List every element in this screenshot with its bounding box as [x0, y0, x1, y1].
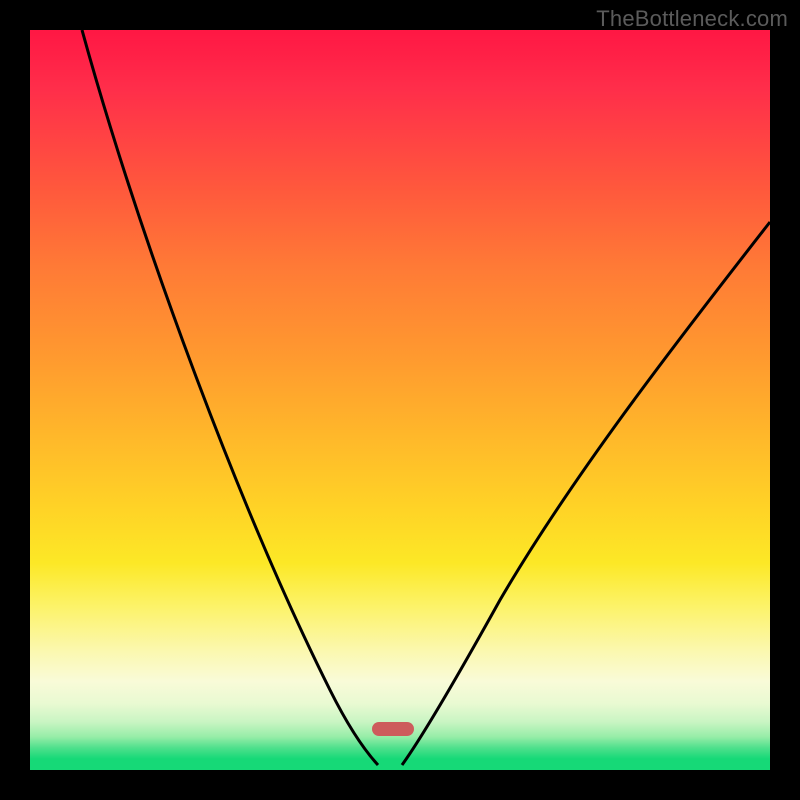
left-curve: [82, 30, 378, 765]
plot-area: [30, 30, 770, 770]
bottleneck-curves: [30, 30, 770, 770]
optimal-marker: [372, 722, 414, 736]
watermark-text: TheBottleneck.com: [596, 6, 788, 32]
right-curve: [402, 222, 770, 765]
